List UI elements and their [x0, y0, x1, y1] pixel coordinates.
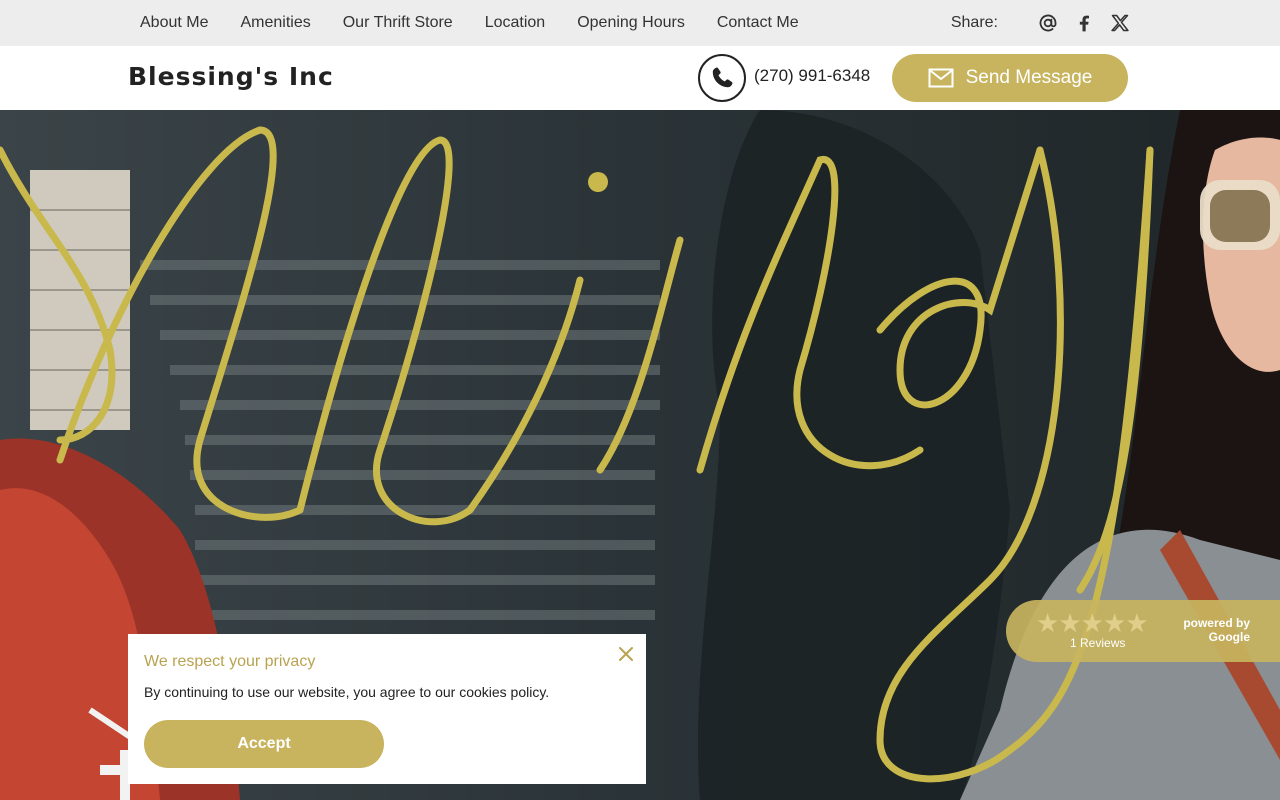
google-label: Google — [1208, 630, 1250, 644]
nav-link-thrift-store[interactable]: Our Thrift Store — [343, 14, 453, 32]
star-icon: ★ — [1058, 608, 1082, 638]
nav-link-about-me[interactable]: About Me — [140, 14, 208, 32]
nav-link-amenities[interactable]: Amenities — [240, 14, 310, 32]
nav-links: About Me Amenities Our Thrift Store Loca… — [140, 0, 831, 46]
cookie-message: By continuing to use our website, you ag… — [144, 684, 550, 700]
mail-icon — [928, 68, 954, 88]
star-rating: ★ ★ ★ ★ ★ — [1036, 608, 1149, 638]
cookie-title: We respect your privacy — [144, 653, 316, 670]
powered-by-google: powered by Google — [1183, 616, 1250, 644]
star-icon: ★ — [1080, 608, 1104, 638]
close-icon[interactable] — [616, 644, 636, 664]
send-message-label: Send Message — [965, 67, 1093, 88]
send-message-button[interactable]: Send Message — [892, 54, 1128, 102]
share-label: Share: — [950, 14, 998, 31]
nav-link-opening-hours[interactable]: Opening Hours — [577, 14, 685, 32]
brand-name[interactable]: Blessing's Inc — [128, 62, 334, 91]
phone-icon[interactable] — [698, 54, 746, 102]
x-twitter-icon[interactable] — [1110, 13, 1130, 33]
nav-link-contact-me[interactable]: Contact Me — [717, 14, 799, 32]
powered-by-line: powered by — [1183, 616, 1250, 630]
share-bar: Share: — [951, 0, 1130, 46]
cookie-banner: We respect your privacy By continuing to… — [128, 634, 646, 784]
phone-number[interactable]: (270) 991-6348 — [754, 66, 870, 86]
facebook-icon[interactable] — [1074, 13, 1094, 33]
accept-cookies-button[interactable]: Accept — [144, 720, 384, 768]
google-reviews-badge[interactable]: ★ ★ ★ ★ ★ 1 Reviews powered by Google — [1006, 600, 1280, 662]
review-count: 1 Reviews — [1070, 636, 1126, 650]
site-header: Blessing's Inc (270) 991-6348 Send Messa… — [0, 46, 1280, 110]
star-icon: ★ — [1036, 608, 1060, 638]
star-icon: ★ — [1102, 608, 1127, 638]
top-nav: About Me Amenities Our Thrift Store Loca… — [0, 0, 1280, 46]
star-icon: ★ — [1125, 608, 1149, 638]
nav-link-location[interactable]: Location — [485, 14, 546, 32]
at-icon[interactable] — [1038, 13, 1058, 33]
